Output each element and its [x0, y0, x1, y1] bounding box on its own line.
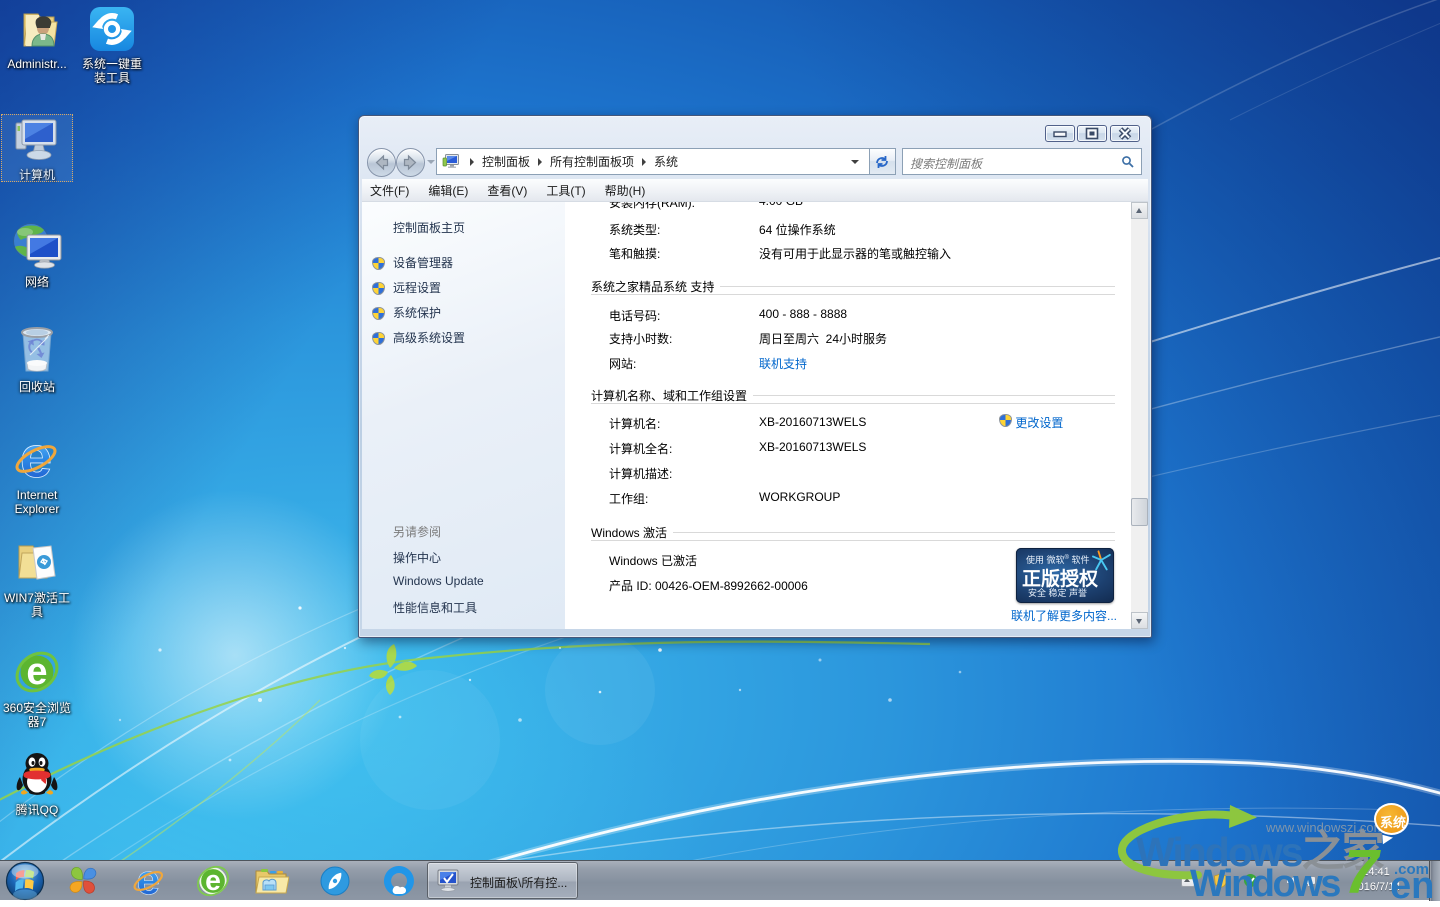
svg-text:e: e — [137, 863, 160, 899]
svg-text:e: e — [20, 435, 52, 483]
